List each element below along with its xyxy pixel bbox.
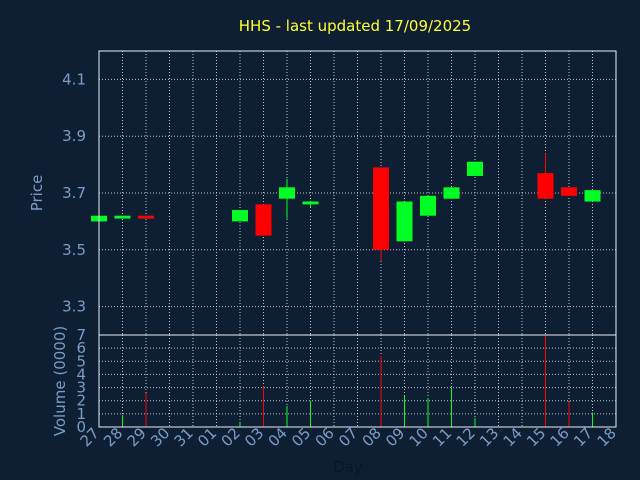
- candle-body: [232, 210, 248, 222]
- candle-body: [537, 173, 554, 199]
- volume-y-tick-label: 7: [76, 326, 86, 344]
- volume-axis-label: Volume (0000): [51, 326, 69, 436]
- candle-body: [420, 195, 436, 216]
- x-tick-label: 04: [265, 424, 291, 450]
- candle-body: [396, 201, 413, 242]
- x-tick-label: 07: [335, 424, 361, 450]
- price-y-tick-label: 3.9: [62, 127, 86, 145]
- price-y-tick-label: 3.7: [62, 184, 86, 202]
- x-tick-label: 06: [312, 424, 338, 450]
- x-tick-label: 29: [124, 424, 150, 450]
- price-candles: [91, 153, 601, 262]
- x-tick-label: 11: [429, 424, 455, 450]
- candle-body: [584, 190, 601, 202]
- price-y-tick-label: 3.3: [62, 298, 86, 316]
- x-tick-label: 10: [406, 424, 432, 450]
- candle-body: [373, 167, 389, 250]
- x-tick-label: 01: [194, 424, 220, 450]
- price-y-tick-label: 4.1: [62, 70, 86, 88]
- x-tick-labels: 2728293031010203040506070809101112131415…: [77, 424, 620, 450]
- candle-body: [255, 204, 272, 236]
- volume-y-tick-labels: 01234567: [76, 326, 86, 436]
- volume-grid: [98, 334, 617, 428]
- candle-body: [443, 187, 460, 199]
- x-tick-label: 28: [100, 424, 126, 450]
- x-tick-label: 09: [382, 424, 408, 450]
- candle-body: [114, 215, 131, 219]
- candle-body: [467, 161, 483, 176]
- x-tick-label: 14: [500, 424, 526, 450]
- price-y-tick-labels: 3.3 3.5 3.7 3.9 4.1: [62, 70, 86, 315]
- x-tick-label: 17: [570, 424, 596, 450]
- x-tick-label: 31: [171, 424, 197, 450]
- x-tick-label: 18: [594, 424, 620, 450]
- x-tick-label: 13: [476, 424, 502, 450]
- stock-chart: HHS - last updated 17/09/2025 3.33.53.73…: [28, 17, 620, 476]
- x-tick-label: 30: [147, 424, 173, 450]
- x-tick-label: 15: [523, 424, 549, 450]
- candle-body: [138, 215, 154, 219]
- candle-body: [302, 201, 319, 205]
- x-tick-label: 03: [241, 424, 267, 450]
- x-tick-label: 08: [359, 424, 385, 450]
- chart-title: HHS - last updated 17/09/2025: [239, 17, 471, 35]
- x-tick-label: 12: [453, 424, 479, 450]
- x-axis-label: Day: [333, 458, 363, 476]
- candle-body: [561, 187, 577, 196]
- candle-body: [279, 187, 295, 199]
- price-y-tick-label: 3.5: [62, 241, 86, 259]
- x-tick-label: 05: [288, 424, 314, 450]
- x-tick-label: 02: [218, 424, 244, 450]
- x-tick-label: 16: [547, 424, 573, 450]
- price-axis-label: Price: [28, 175, 46, 212]
